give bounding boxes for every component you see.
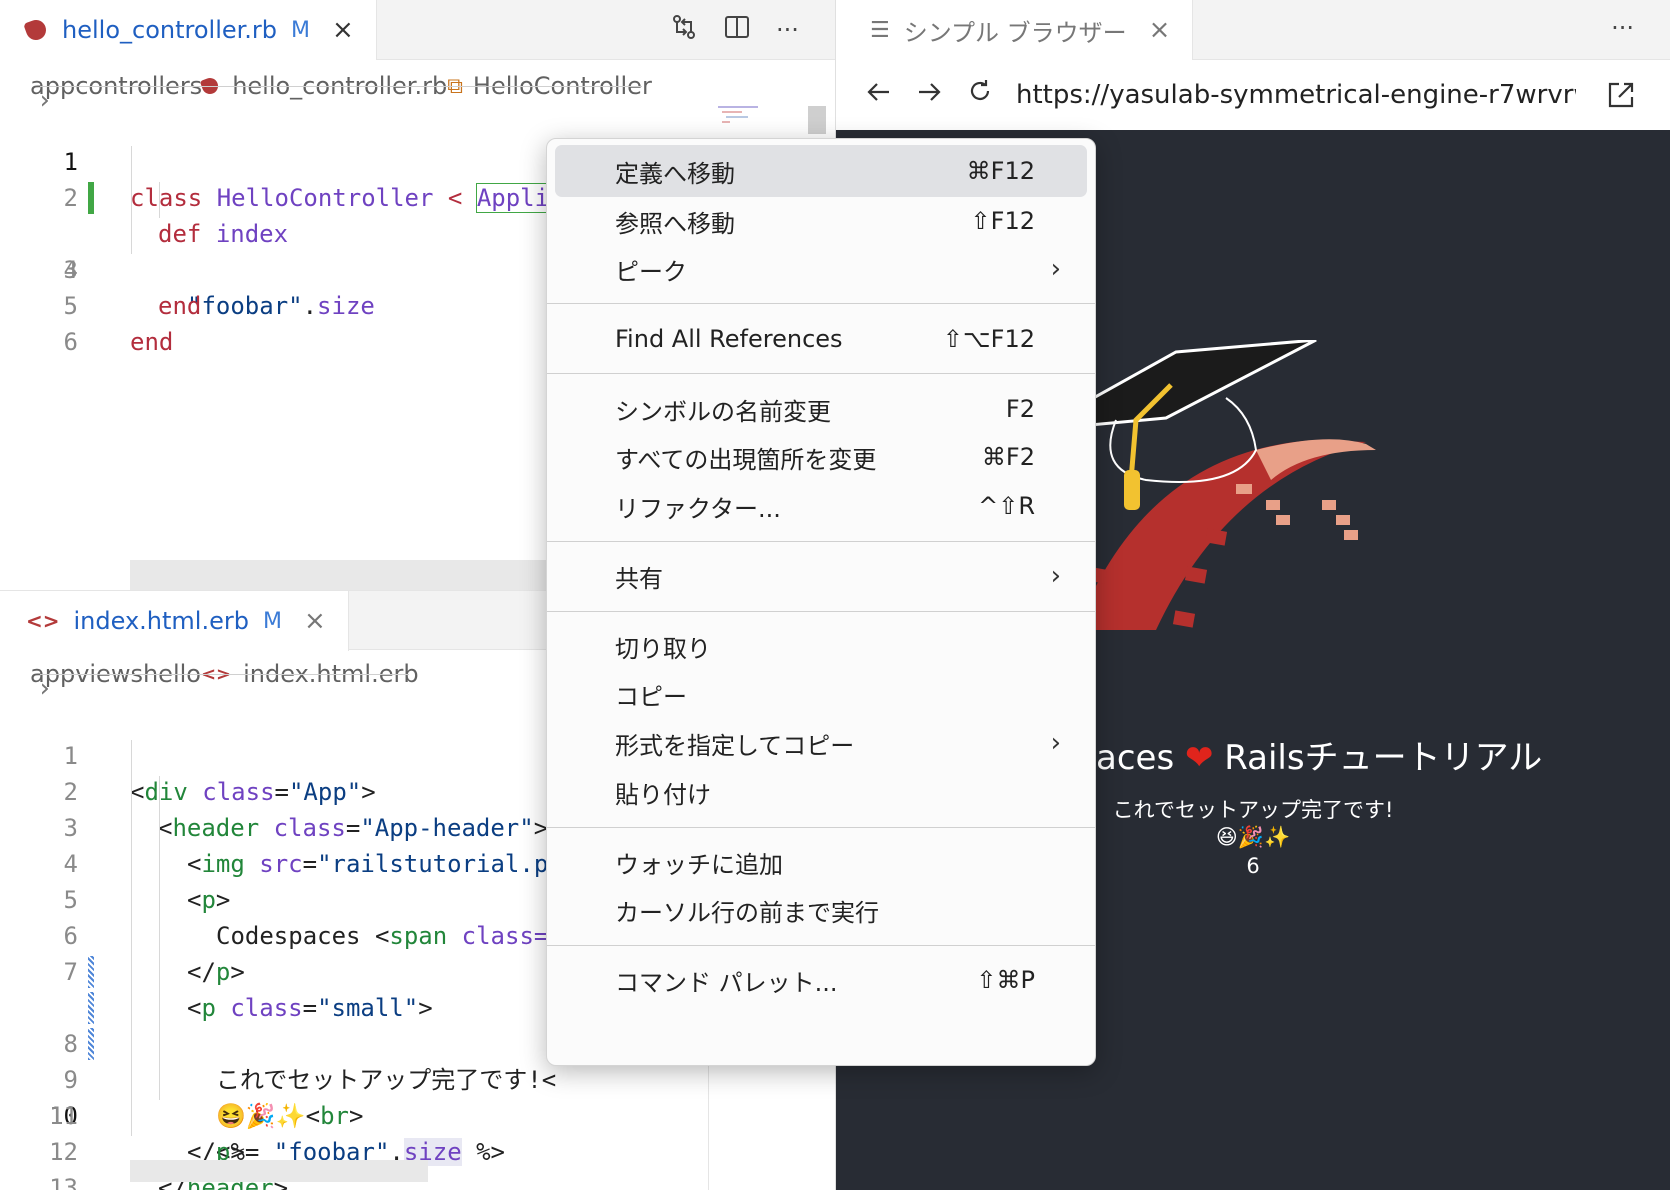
line-number: 6 xyxy=(63,328,78,356)
git-modified-marker[interactable] xyxy=(88,1028,94,1060)
editor-actions: ··· xyxy=(670,0,799,60)
menu-item-copy[interactable]: コピー xyxy=(555,668,1087,720)
tab-title: シンプル ブラウザー xyxy=(903,18,1127,47)
menu-item-add-to-watch[interactable]: ウォッチに追加 xyxy=(555,836,1087,888)
indent-guide xyxy=(159,776,160,1100)
more-actions-icon[interactable]: ··· xyxy=(776,16,799,44)
context-menu: 定義へ移動 ⌘F12 参照へ移動 ⇧F12 ピーク › Find All Refere… xyxy=(546,138,1096,1066)
tab-index-html-erb[interactable]: <> index.html.erb M × xyxy=(0,591,349,651)
chevron-right-icon: › xyxy=(1050,254,1061,284)
menu-item-share[interactable]: 共有 › xyxy=(555,550,1087,602)
top-editor-tabbar: hello_controller.rb M × ··· xyxy=(0,0,835,60)
indent-guide xyxy=(159,182,160,218)
page-title: aces ❤ Railsチュートリアル xyxy=(1096,738,1543,778)
menu-separator xyxy=(547,541,1095,542)
menu-separator xyxy=(547,945,1095,946)
modified-indicator: M xyxy=(262,608,282,634)
vertical-scrollbar[interactable] xyxy=(808,106,826,134)
breadcrumb: app › controllers › hello_controller.rb … xyxy=(30,68,652,114)
git-added-marker[interactable] xyxy=(88,182,94,214)
menu-item-command-palette[interactable]: コマンド パレット... ⇧⌘P xyxy=(555,954,1087,1006)
ruby-file-icon xyxy=(23,17,49,43)
compare-changes-icon[interactable] xyxy=(670,13,698,48)
menu-item-cut[interactable]: 切り取り xyxy=(555,620,1087,672)
tab-simple-browser[interactable]: ☰ シンプル ブラウザー × xyxy=(836,0,1194,60)
split-editor-icon[interactable] xyxy=(724,14,750,47)
menu-separator xyxy=(547,373,1095,374)
url-field[interactable]: https://yasulab-symmetrical-engine-r7wrv… xyxy=(1016,72,1576,118)
tab-filename: index.html.erb xyxy=(73,607,249,635)
code-line: 12 </header> xyxy=(0,1098,835,1190)
chevron-right-icon: › xyxy=(40,673,409,702)
menu-item-refactor[interactable]: リファクター... ^⇧R xyxy=(555,480,1087,532)
breadcrumb: app › views › hello › <> index.html.erb xyxy=(30,656,419,702)
chevron-right-icon: › xyxy=(1050,728,1061,758)
menu-separator xyxy=(547,611,1095,612)
menu-item-rename-symbol[interactable]: シンボルの名前変更 F2 xyxy=(555,383,1087,435)
tab-filename: hello_controller.rb xyxy=(62,16,278,44)
menu-item-go-to-references[interactable]: 参照へ移動 ⇧F12 xyxy=(555,195,1087,247)
chevron-right-icon: › xyxy=(1050,561,1061,591)
horizontal-scrollbar[interactable] xyxy=(130,560,550,590)
menu-separator xyxy=(547,303,1095,304)
menu-separator xyxy=(547,827,1095,828)
menu-item-run-to-cursor[interactable]: カーソル行の前まで実行 xyxy=(555,884,1087,936)
back-arrow-icon[interactable] xyxy=(866,78,892,113)
indent-guide xyxy=(131,146,132,254)
menu-item-copy-as[interactable]: 形式を指定してコピー › xyxy=(555,717,1087,769)
menu-item-find-all-references[interactable]: Find All References ⇧⌥F12 xyxy=(555,313,1087,365)
code-line: 11 </p> xyxy=(0,1062,835,1166)
browser-nav-bar: https://yasulab-symmetrical-engine-r7wrv… xyxy=(836,60,1670,130)
code-text: end xyxy=(130,328,174,356)
menu-item-go-to-definition[interactable]: 定義へ移動 ⌘F12 xyxy=(555,145,1087,197)
horizontal-scrollbar[interactable] xyxy=(130,1160,428,1182)
preview-icon: ☰ xyxy=(870,17,890,43)
browser-tabbar: ☰ シンプル ブラウザー × ··· xyxy=(836,0,1670,60)
menu-item-change-all-occurrences[interactable]: すべての出現箇所を変更 ⌘F2 xyxy=(555,431,1087,483)
indent-guide xyxy=(131,740,132,1136)
reload-icon[interactable] xyxy=(966,77,992,113)
forward-arrow-icon[interactable] xyxy=(916,78,942,113)
menu-item-peek[interactable]: ピーク › xyxy=(555,243,1087,295)
modified-indicator: M xyxy=(291,17,310,43)
menu-item-paste[interactable]: 貼り付け xyxy=(555,766,1087,818)
tab-hello-controller[interactable]: hello_controller.rb M × xyxy=(0,0,377,60)
close-tab-icon[interactable]: × xyxy=(304,608,326,634)
minimap[interactable] xyxy=(718,106,778,134)
git-modified-marker[interactable] xyxy=(88,956,94,988)
more-actions-icon[interactable]: ··· xyxy=(1611,14,1634,42)
code-file-icon: <> xyxy=(26,609,60,633)
heart-icon: ❤ xyxy=(1184,738,1214,778)
close-tab-icon[interactable]: × xyxy=(1149,17,1171,43)
chevron-right-icon: › xyxy=(40,85,642,114)
line-number: 13 xyxy=(49,1174,78,1190)
open-external-icon[interactable] xyxy=(1606,80,1636,114)
git-modified-marker[interactable] xyxy=(88,992,94,1024)
close-tab-icon[interactable]: × xyxy=(332,17,354,43)
